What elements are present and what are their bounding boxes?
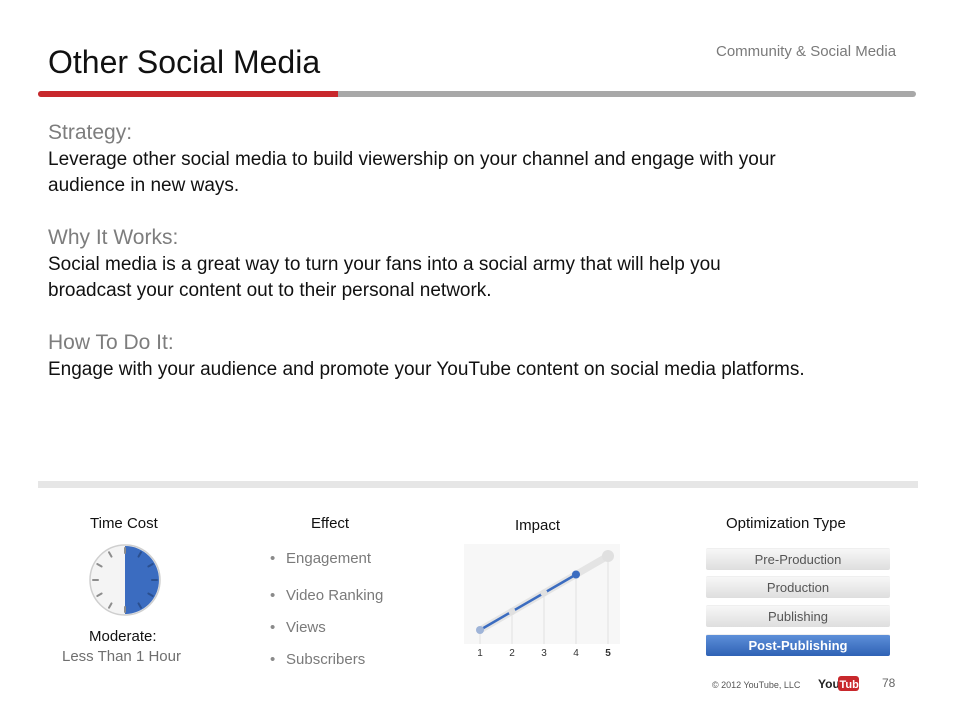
page-number: 78 <box>882 676 896 690</box>
impact-tick-label: 3 <box>541 648 547 659</box>
effect-item-label: Subscribers <box>286 651 366 668</box>
effect-item: • Subscribers <box>270 651 366 668</box>
option-publishing: Publishing <box>706 605 890 627</box>
impact-tick-label: 5 <box>605 648 611 659</box>
option-pre-production: Pre-Production <box>706 548 890 570</box>
option-production: Production <box>706 576 890 598</box>
impact-label: Impact <box>515 517 561 534</box>
impact-point <box>476 626 484 634</box>
title-underline-accent <box>38 91 338 97</box>
impact-point <box>572 570 580 579</box>
impact-chart: 1 2 3 4 5 <box>464 544 620 659</box>
impact-point <box>540 589 548 597</box>
impact-point <box>602 550 614 562</box>
effect-item: • Engagement <box>270 550 372 567</box>
effect-item-label: Views <box>286 619 326 636</box>
impact-tick-label: 4 <box>573 648 579 659</box>
time-cost-detail: Less Than 1 Hour <box>62 648 181 665</box>
effect-label: Effect <box>311 515 350 532</box>
effect-item-label: Video Ranking <box>286 587 384 604</box>
time-cost-label: Time Cost <box>90 515 158 532</box>
impact-tick-label: 1 <box>477 648 483 659</box>
youtube-logo: You Tube <box>818 676 861 691</box>
why-text: Social media is a great way to turn your… <box>48 254 721 301</box>
effect-item: • Video Ranking <box>270 587 384 604</box>
why-heading: Why It Works: <box>48 226 179 249</box>
section-label: Community & Social Media <box>716 43 897 60</box>
optimization-type-label: Optimization Type <box>726 515 846 532</box>
time-cost-level: Moderate: <box>89 628 157 645</box>
strategy-text: Leverage other social media to build vie… <box>48 149 776 196</box>
strategy-heading: Strategy: <box>48 121 133 144</box>
effect-item-label: Engagement <box>286 550 372 567</box>
effect-item: • Views <box>270 619 326 636</box>
section-divider <box>38 481 918 488</box>
option-post-publishing: Post-Publishing <box>706 634 890 656</box>
impact-tick-label: 2 <box>509 648 515 659</box>
slide-title: Other Social Media <box>48 44 321 80</box>
clock-icon <box>89 544 161 616</box>
impact-point <box>508 608 516 615</box>
logo-text-you: You <box>818 677 840 691</box>
logo-text-tube: Tube <box>840 679 861 691</box>
how-text: Engage with your audience and promote yo… <box>48 359 805 380</box>
copyright-text: © 2012 YouTube, LLC <box>712 680 801 690</box>
how-heading: How To Do It: <box>48 331 174 354</box>
